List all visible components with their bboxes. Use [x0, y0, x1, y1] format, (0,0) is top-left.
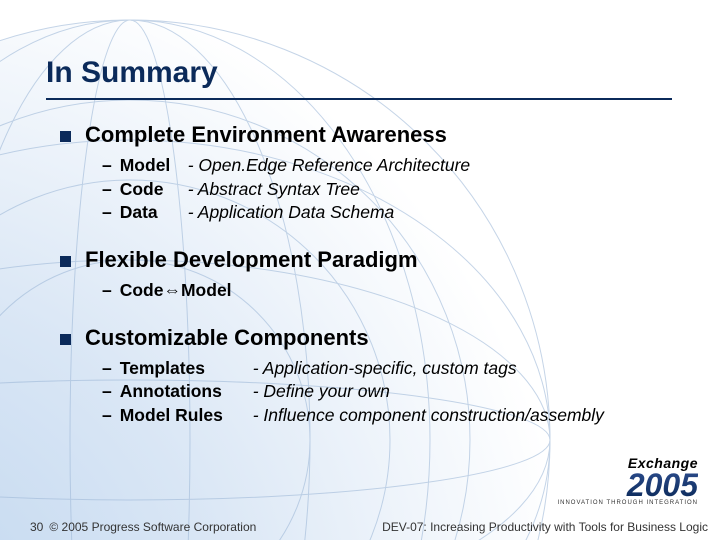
section-2: Flexible Development Paradigm – Code⇔Mod… [60, 247, 680, 303]
bullet-square-icon [60, 256, 71, 267]
item-desc: - Application-specific, custom tags [253, 357, 517, 381]
item-label: Model [120, 154, 180, 178]
slide-title: In Summary [46, 56, 218, 90]
dash-icon: – [102, 404, 112, 428]
session-title: DEV-07: Increasing Productivity with Too… [382, 520, 708, 534]
section-heading: Customizable Components [85, 325, 369, 351]
list-item: – Code - Abstract Syntax Tree [102, 178, 680, 202]
list-item: – Code⇔Model [102, 279, 680, 303]
item-label: Annotations [120, 380, 245, 404]
bullet-square-icon [60, 131, 71, 142]
slide-footer: 30 © 2005 Progress Software Corporation … [0, 514, 720, 540]
dash-icon: – [102, 178, 112, 202]
dash-icon: – [102, 380, 112, 404]
copyright-text: © 2005 Progress Software Corporation [49, 520, 256, 534]
logo-year: 2005 [557, 471, 698, 500]
item-label: Code⇔Model [120, 279, 232, 303]
item-label: Model Rules [120, 404, 245, 428]
section-heading: Complete Environment Awareness [85, 122, 447, 148]
section-3: Customizable Components – Templates - Ap… [60, 325, 680, 428]
item-label: Data [120, 201, 180, 225]
exchange-logo: Exchange 2005 INNOVATION THROUGH INTEGRA… [557, 455, 698, 506]
item-desc: - Open.Edge Reference Architecture [188, 154, 470, 178]
list-item: – Annotations - Define your own [102, 380, 680, 404]
section-1: Complete Environment Awareness – Model -… [60, 122, 680, 225]
dash-icon: – [102, 154, 112, 178]
item-desc: - Influence component construction/assem… [253, 404, 604, 428]
item-label: Templates [120, 357, 245, 381]
item-desc: - Define your own [253, 380, 390, 404]
bullet-square-icon [60, 334, 71, 345]
page-number: 30 [30, 520, 43, 534]
section-heading: Flexible Development Paradigm [85, 247, 418, 273]
list-item: – Model - Open.Edge Reference Architectu… [102, 154, 680, 178]
list-item: – Templates - Application-specific, cust… [102, 357, 680, 381]
item-label: Code [120, 178, 180, 202]
dash-icon: – [102, 279, 112, 303]
list-item: – Data - Application Data Schema [102, 201, 680, 225]
logo-tagline: INNOVATION THROUGH INTEGRATION [557, 500, 698, 506]
list-item: – Model Rules - Influence component cons… [102, 404, 680, 428]
item-desc: - Application Data Schema [188, 201, 395, 225]
item-desc: - Abstract Syntax Tree [188, 178, 360, 202]
title-underline [46, 98, 672, 100]
slide-body: Complete Environment Awareness – Model -… [60, 122, 680, 449]
dash-icon: – [102, 201, 112, 225]
dash-icon: – [102, 357, 112, 381]
